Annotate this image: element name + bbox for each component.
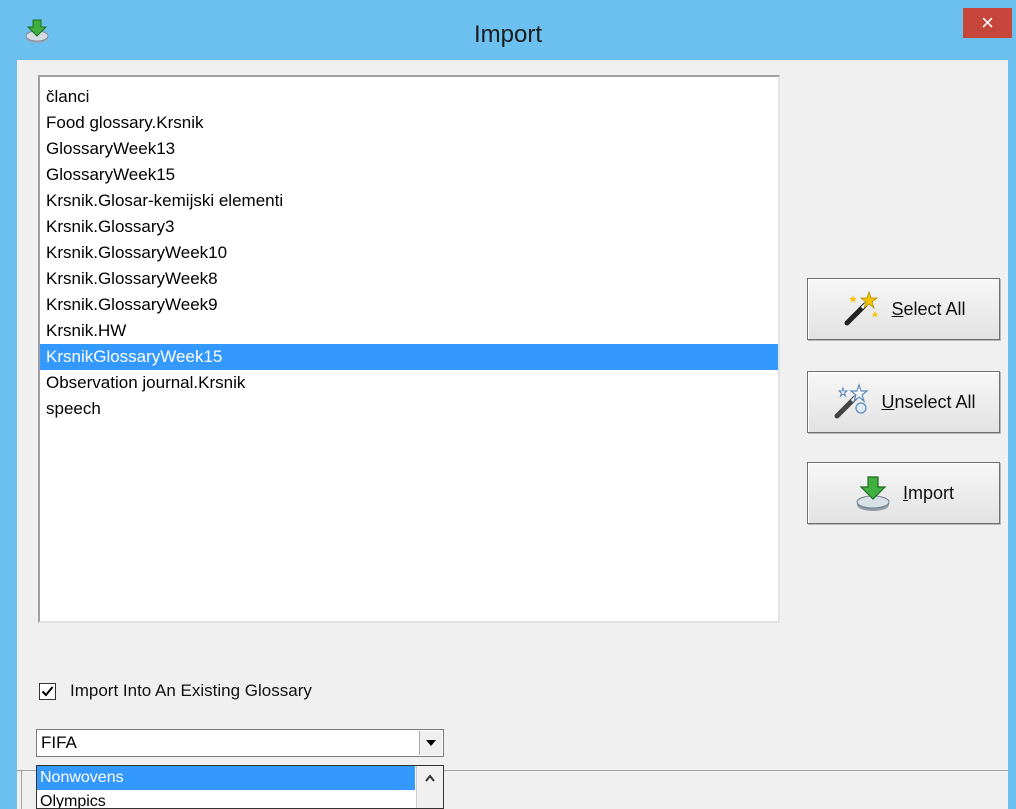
glossary-dropdown-list[interactable]: Nonwovens Olympics	[36, 765, 444, 809]
group-box-border-left	[21, 770, 22, 809]
window-title: Import	[473, 21, 542, 48]
glossary-combobox[interactable]: FIFA	[36, 729, 444, 757]
close-button[interactable]: ×	[963, 8, 1012, 38]
dialog-body: članci Food glossary.Krsnik GlossaryWeek13…	[17, 60, 1008, 809]
import-label: Import	[902, 482, 955, 503]
dropdown-option[interactable]: Olympics	[37, 790, 415, 808]
list-item[interactable]: Krsnik.Glosar-kemijski elementi	[40, 188, 778, 214]
chevron-up-icon	[425, 774, 435, 782]
unselect-all-label: Unselect All	[881, 391, 976, 412]
existing-glossary-checkbox[interactable]	[39, 682, 56, 700]
list-item[interactable]: Krsnik.HW	[40, 318, 778, 344]
magic-wand-clear-icon	[834, 383, 870, 419]
import-dialog: Import × članci Food glossary.Krsnik Gloss…	[0, 0, 1016, 809]
close-icon: ×	[981, 10, 994, 35]
dropdown-option[interactable]: Nonwovens	[37, 766, 415, 790]
import-button[interactable]: Import	[807, 462, 1000, 524]
list-item[interactable]: speech	[40, 396, 778, 422]
list-item[interactable]: Food glossary.Krsnik	[40, 110, 778, 136]
existing-glossary-option[interactable]: Import Into An Existing Glossary	[39, 680, 312, 702]
glossary-listbox[interactable]: članci Food glossary.Krsnik GlossaryWeek13…	[38, 75, 780, 623]
import-arrow-icon	[856, 476, 890, 511]
title-bar[interactable]: Import ×	[0, 0, 1016, 60]
combobox-arrow-button[interactable]	[419, 731, 442, 755]
list-item[interactable]: GlossaryWeek15	[40, 162, 778, 188]
list-item[interactable]: KrsnikGlossaryWeek15	[40, 344, 778, 370]
chevron-down-icon	[426, 740, 436, 746]
scroll-up-button[interactable]	[417, 766, 443, 790]
dropdown-items: Nonwovens Olympics	[37, 766, 443, 808]
list-item[interactable]: GlossaryWeek13	[40, 136, 778, 162]
list-item[interactable]: Krsnik.GlossaryWeek10	[40, 240, 778, 266]
existing-glossary-label: Import Into An Existing Glossary	[70, 681, 312, 700]
unselect-all-button[interactable]: Unselect All	[807, 371, 1000, 433]
checkmark-icon	[41, 685, 54, 696]
list-item[interactable]: Observation journal.Krsnik	[40, 370, 778, 396]
list-item[interactable]: Krsnik.GlossaryWeek8	[40, 266, 778, 292]
select-all-button[interactable]: Select All	[807, 278, 1000, 340]
list-item[interactable]: Krsnik.GlossaryWeek9	[40, 292, 778, 318]
select-all-label: Select All	[891, 298, 966, 319]
list-item[interactable]: Krsnik.Glossary3	[40, 214, 778, 240]
list-item[interactable]: članci	[40, 84, 778, 110]
combobox-value: FIFA	[41, 733, 77, 752]
magic-wand-icon	[844, 290, 879, 326]
dropdown-scrollbar[interactable]	[416, 766, 443, 808]
